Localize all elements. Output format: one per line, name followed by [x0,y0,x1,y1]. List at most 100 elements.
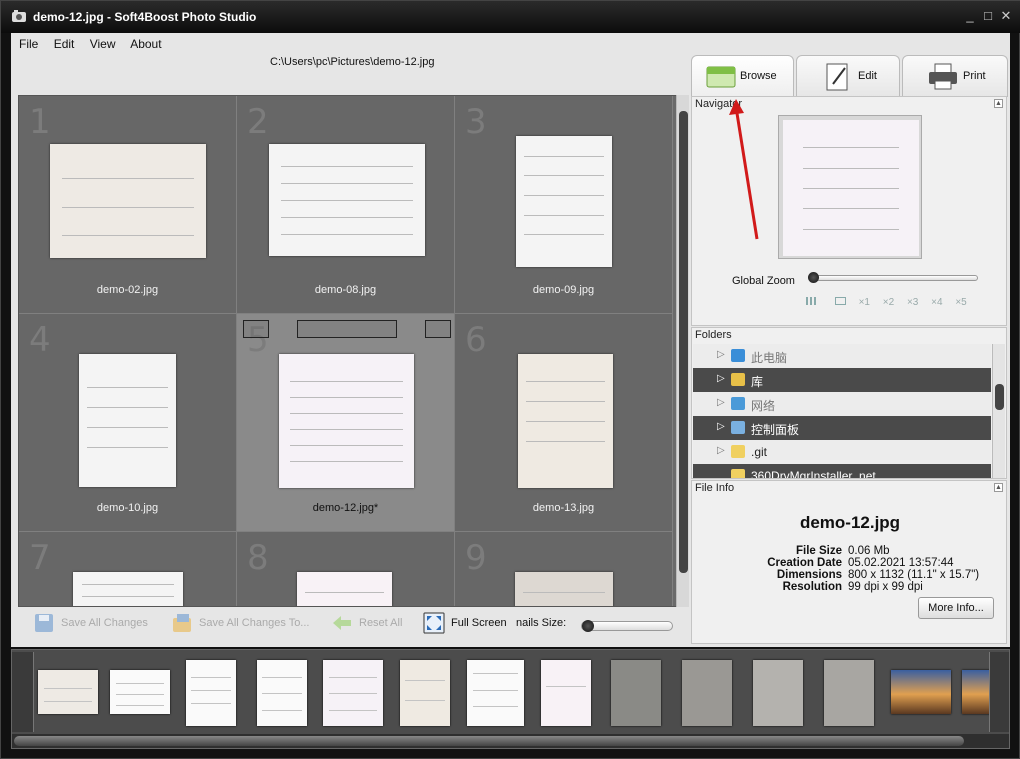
global-zoom-slider-knob[interactable] [808,272,819,283]
tab-print[interactable]: Print [902,55,1008,97]
maximize-button[interactable]: □ [981,9,995,23]
zoom-x4[interactable]: ×4 [931,297,942,308]
image-thumbnail [73,572,183,606]
grid-cell[interactable]: 9 [455,532,673,606]
tab-browse-label: Browse [740,70,777,82]
filmstrip-scrollbar-thumb[interactable] [14,736,964,746]
folder-item[interactable]: ▷ .git [693,440,991,464]
folder-item[interactable]: ▷ 控制面板 [693,416,991,440]
folders-scrollbar-thumb[interactable] [995,384,1004,410]
image-thumbnail [516,136,612,267]
full-screen-icon [423,612,445,634]
filmstrip-thumbnail[interactable] [682,660,732,726]
filmstrip-thumbnail[interactable] [257,660,307,726]
info-value: 800 x 1132 (11.1" x 15.7") [848,569,980,581]
filmstrip-thumbnail[interactable] [38,670,98,714]
filmstrip-thumbnail[interactable] [962,670,992,714]
folders-scrollbar[interactable] [992,344,1005,478]
cell-number: 3 [465,102,487,142]
folder-label: 360DrvMgrInstaller_net [751,469,876,478]
reset-all-button[interactable]: Reset All [331,609,402,637]
grid-cell[interactable]: 7 [19,532,237,606]
filmstrip-thumbnail[interactable] [323,660,383,726]
expand-arrow-icon[interactable]: ▷ [717,445,725,456]
fit-window-icon[interactable] [834,297,846,305]
network-icon [731,397,745,410]
grid-cell[interactable]: 1 demo-02.jpg [19,96,237,314]
fit-grid-icon[interactable] [806,297,816,305]
expand-arrow-icon[interactable]: ▷ [717,373,725,384]
cell-number: 9 [465,538,487,578]
folder-label: 此电脑 [751,351,788,365]
save-all-changes-to-button[interactable]: Save All Changes To... [171,609,309,637]
expand-arrow-icon[interactable]: ▷ [717,349,725,360]
folder-item[interactable]: ▷ 此电脑 [693,344,991,368]
zoom-x3[interactable]: ×3 [907,297,918,308]
info-key: Resolution [782,581,842,593]
zoom-x2[interactable]: ×2 [883,297,894,308]
tab-print-label: Print [963,70,986,82]
filmstrip-scrollbar[interactable] [12,734,1009,748]
grid-cell[interactable]: 4 demo-10.jpg [19,314,237,532]
close-button[interactable]: ✕ [999,9,1013,23]
full-screen-button[interactable]: Full Screen [423,609,507,637]
expand-arrow-icon[interactable]: ▷ [717,397,725,408]
filmstrip-thumbnail[interactable] [824,660,874,726]
menu-edit[interactable]: Edit [54,37,75,51]
selection-handle[interactable] [243,320,269,338]
info-key: File Size [795,545,842,557]
minimize-button[interactable]: _ [963,9,977,23]
folders-title: Folders [695,329,732,341]
folder-item[interactable]: ▷ 库 [693,368,991,392]
save-all-changes-button[interactable]: Save All Changes [33,609,148,637]
grid-cell[interactable]: 2 demo-08.jpg [237,96,455,314]
filmstrip-thumbnail[interactable] [611,660,661,726]
filmstrip-thumbnail[interactable] [541,660,591,726]
file-name: demo-12.jpg* [312,502,379,514]
folder-label: 网络 [751,399,776,413]
selection-handle[interactable] [297,320,397,338]
zoom-x5[interactable]: ×5 [955,297,966,308]
folder-label: .git [751,445,768,459]
expand-arrow-icon[interactable]: ▷ [717,421,725,432]
grid-cell[interactable]: 8 [237,532,455,606]
thumbnails-size-slider-knob[interactable] [582,620,594,632]
filmstrip-thumbnail[interactable] [467,660,524,726]
file-name: demo-08.jpg [314,284,377,296]
more-info-button[interactable]: More Info... [918,597,994,619]
filmstrip-thumbnail[interactable] [891,670,951,714]
grid-scrollbar[interactable] [676,95,689,607]
menu-view[interactable]: View [90,37,116,51]
folder-item[interactable]: ▷ 网络 [693,392,991,416]
image-thumbnail [279,354,414,488]
image-thumbnail [515,572,613,606]
selection-handle[interactable] [425,320,451,338]
folder-item[interactable]: 360DrvMgrInstaller_net [693,464,991,478]
grid-scrollbar-thumb[interactable] [679,111,688,573]
filmstrip-thumbnail[interactable] [186,660,236,726]
filmstrip-right-edge [989,652,1009,732]
filmstrip-thumbnail[interactable] [753,660,803,726]
tab-browse[interactable]: Browse [691,55,794,97]
collapse-icon[interactable]: ▲ [994,483,1003,492]
reset-all-label: Reset All [359,617,403,629]
collapse-icon[interactable]: ▲ [994,99,1003,108]
menu-about[interactable]: About [130,37,161,51]
info-filename: demo-12.jpg [799,513,901,532]
thumbnails-size-slider[interactable] [581,621,673,631]
grid-cell[interactable]: 6 demo-13.jpg [455,314,673,532]
filmstrip-thumbnail[interactable] [110,670,170,714]
folder-icon [731,469,745,478]
navigator-preview[interactable] [778,115,922,259]
filmstrip-thumbnail[interactable] [400,660,450,726]
info-value: 0.06 Mb [848,545,890,557]
title-bar: demo-12.jpg - Soft4Boost Photo Studio _ … [1,1,1020,33]
grid-cell-selected[interactable]: 5 demo-12.jpg* [237,314,455,532]
thumbnail-grid[interactable]: 1 demo-02.jpg 2 demo-08.jpg 3 demo-09.jp… [18,95,678,607]
grid-cell[interactable]: 3 demo-09.jpg [455,96,673,314]
menu-file[interactable]: File [19,37,38,51]
zoom-x1[interactable]: ×1 [859,297,870,308]
filmstrip[interactable] [11,649,1010,749]
global-zoom-slider[interactable] [812,275,978,281]
tab-edit[interactable]: Edit [796,55,900,97]
